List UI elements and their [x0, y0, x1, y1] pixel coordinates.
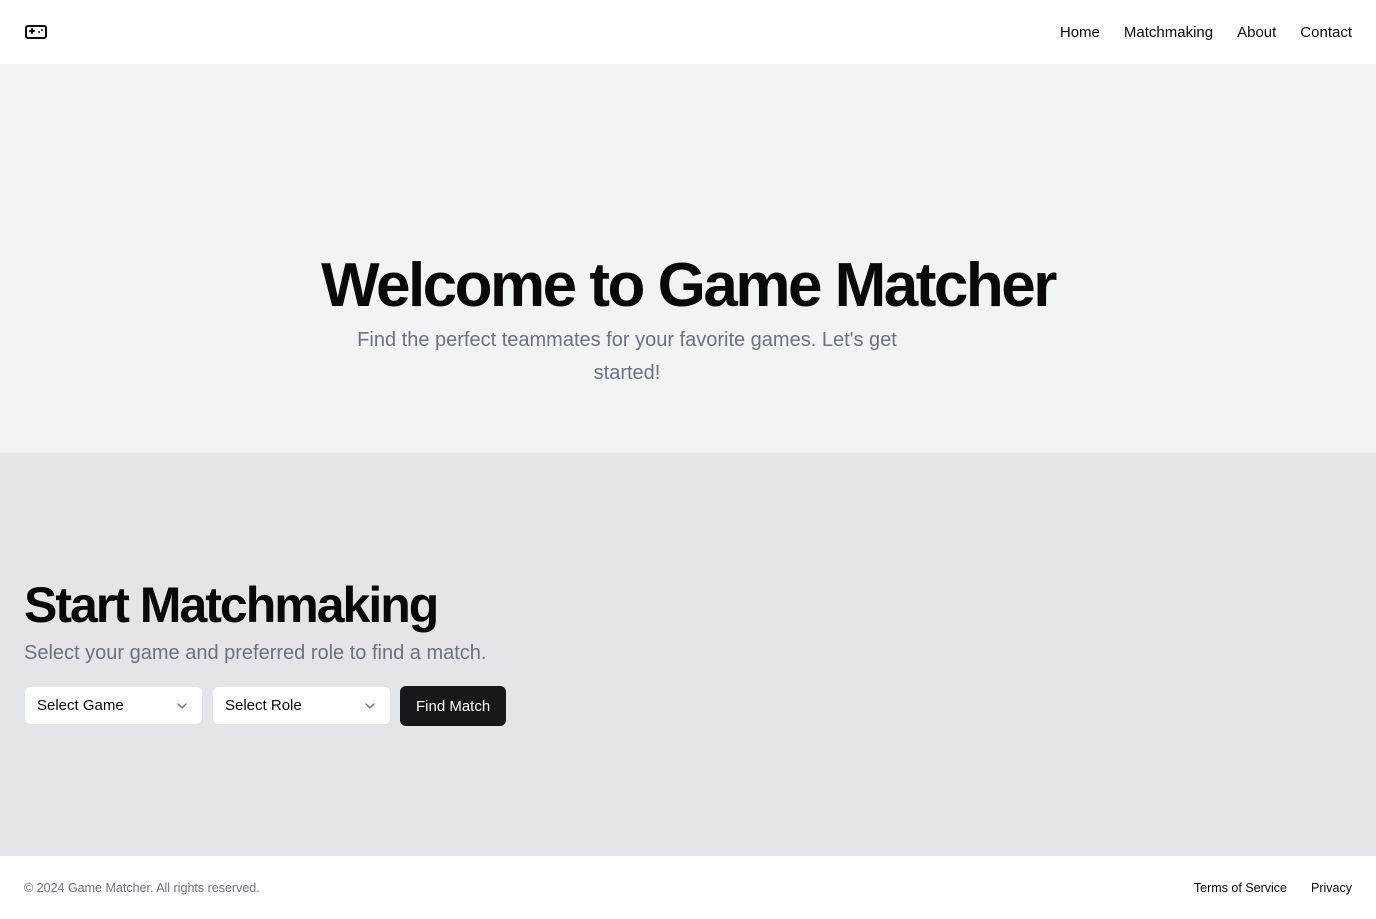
site-header: Home Matchmaking About Contact	[0, 0, 1376, 64]
role-select[interactable]: Select Role	[212, 686, 391, 725]
main-nav: Home Matchmaking About Contact	[1060, 24, 1352, 41]
privacy-link[interactable]: Privacy	[1311, 881, 1352, 895]
logo[interactable]	[24, 20, 48, 44]
matchmaking-subtitle: Select your game and preferred role to f…	[24, 642, 487, 664]
game-select-value: Select Game	[37, 697, 124, 714]
nav-link-contact[interactable]: Contact	[1300, 24, 1352, 41]
chevron-down-icon	[174, 698, 190, 714]
find-match-button[interactable]: Find Match	[400, 686, 507, 726]
role-select-value: Select Role	[225, 697, 302, 714]
gamepad-icon	[24, 20, 48, 44]
matchmaking-title: Start Matchmaking	[24, 577, 439, 633]
site-footer: © 2024 Game Matcher. All rights reserved…	[0, 855, 1376, 919]
nav-link-matchmaking[interactable]: Matchmaking	[1124, 24, 1213, 41]
terms-link[interactable]: Terms of Service	[1194, 881, 1287, 895]
hero-section: Welcome to Game Matcher Find the perfect…	[0, 64, 1376, 453]
footer-links: Terms of Service Privacy	[1194, 881, 1352, 895]
chevron-down-icon	[362, 698, 378, 714]
matchmaking-section: Start Matchmaking Select your game and p…	[0, 453, 1376, 855]
copyright-text: © 2024 Game Matcher. All rights reserved…	[24, 880, 260, 895]
matchmaking-controls: Select Game Select Role Find Match	[24, 686, 507, 726]
hero-subtitle: Find the perfect teammates for your favo…	[357, 329, 897, 384]
hero-title: Welcome to Game Matcher	[321, 251, 1057, 320]
nav-link-home[interactable]: Home	[1060, 24, 1100, 41]
nav-link-about[interactable]: About	[1237, 24, 1276, 41]
game-select[interactable]: Select Game	[24, 686, 203, 725]
